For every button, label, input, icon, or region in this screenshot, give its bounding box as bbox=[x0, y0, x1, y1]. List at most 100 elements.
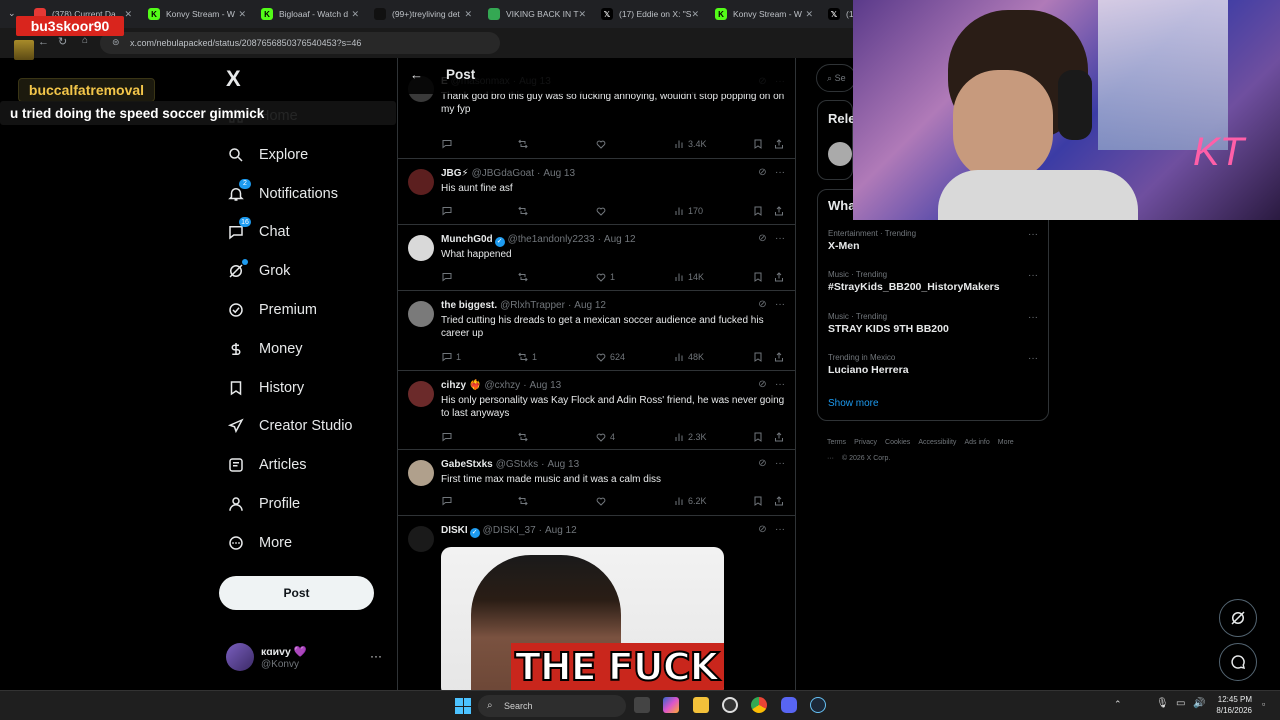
tweet-more-icon[interactable]: ··· bbox=[775, 167, 785, 178]
repost-button[interactable] bbox=[517, 205, 532, 217]
grok-icon[interactable]: ⊘ bbox=[758, 524, 766, 535]
tweet-date[interactable]: Aug 13 bbox=[530, 380, 562, 391]
sidebar-item-grok[interactable]: Grok bbox=[226, 256, 386, 286]
address-bar[interactable]: ⊜ x.com/nebulapacked/status/208765685037… bbox=[100, 32, 500, 54]
x-logo[interactable]: X bbox=[226, 66, 241, 92]
views-button[interactable]: 170 bbox=[673, 205, 703, 217]
trend-more-icon[interactable]: ··· bbox=[1028, 353, 1038, 364]
tweet-handle[interactable]: @GStxks bbox=[496, 459, 538, 470]
sidebar-item-notifications[interactable]: 2 Notifications bbox=[226, 178, 386, 209]
share-button[interactable] bbox=[773, 138, 785, 150]
sidebar-item-history[interactable]: History bbox=[226, 373, 386, 403]
back-nav-icon[interactable]: ← bbox=[38, 36, 49, 48]
trend-item[interactable]: Music · Trending STRAY KIDS 9TH BB200 ··· bbox=[828, 312, 1038, 335]
browser-tab[interactable]: 𝕏 (17) Eddie on X: "S ✕ bbox=[595, 0, 705, 28]
reply-button[interactable] bbox=[441, 138, 456, 150]
reload-icon[interactable]: ↻ bbox=[58, 35, 67, 48]
tweet-media[interactable]: THE FUCK bbox=[441, 547, 724, 690]
volume-icon[interactable]: 🔊 bbox=[1193, 698, 1205, 709]
post-button[interactable]: Post bbox=[219, 576, 374, 610]
windows-start-icon[interactable] bbox=[455, 698, 471, 714]
bookmark-button[interactable] bbox=[752, 495, 764, 507]
tweet-handle[interactable]: @cxhzy bbox=[484, 380, 520, 391]
network-icon[interactable]: ▭ bbox=[1176, 698, 1185, 709]
browser-tab[interactable]: K Konvy Stream - W ✕ bbox=[142, 0, 252, 28]
account-more-icon[interactable]: ··· bbox=[370, 649, 382, 663]
sidebar-item-articles[interactable]: Articles bbox=[226, 450, 386, 480]
share-button[interactable] bbox=[773, 431, 785, 443]
mic-icon[interactable]: 🎙 bbox=[1156, 698, 1169, 709]
task-view-icon[interactable] bbox=[634, 697, 650, 713]
tweet[interactable]: GabeStxks @GStxks · Aug 13 ⊘ ··· First time m… bbox=[398, 450, 795, 516]
tab-list-icon[interactable]: ⌄ bbox=[8, 8, 16, 19]
repost-button[interactable] bbox=[517, 431, 532, 443]
footer-link[interactable]: Privacy bbox=[854, 439, 877, 446]
repost-button[interactable] bbox=[517, 138, 532, 150]
tab-close-icon[interactable]: ✕ bbox=[238, 9, 246, 20]
like-button[interactable] bbox=[595, 205, 610, 217]
grok-icon[interactable]: ⊘ bbox=[758, 299, 766, 310]
notifications-tray-icon[interactable]: ▫ bbox=[1262, 699, 1265, 709]
tweet-handle[interactable]: @JBGdaGoat bbox=[472, 168, 534, 179]
tweet[interactable]: MunchG0d ✓ @the1andonly2233 · Aug 12 ⊘ ··· Wha… bbox=[398, 225, 795, 291]
avatar[interactable] bbox=[408, 235, 434, 261]
browser-tab[interactable]: K Bigloaaf - Watch d ✕ bbox=[255, 0, 365, 28]
footer-link[interactable]: Cookies bbox=[885, 439, 910, 446]
home-nav-icon[interactable]: ⌂ bbox=[82, 35, 88, 46]
grok-icon[interactable]: ⊘ bbox=[758, 379, 766, 390]
grok-icon[interactable]: ⊘ bbox=[758, 233, 766, 244]
tab-close-icon[interactable]: ✕ bbox=[805, 9, 813, 20]
tweet-handle[interactable]: @DISKI_37 bbox=[483, 525, 536, 536]
search-input[interactable]: ⌕ Se bbox=[816, 64, 856, 92]
reply-button[interactable] bbox=[441, 205, 456, 217]
tweet-more-icon[interactable]: ··· bbox=[775, 233, 785, 244]
like-button[interactable] bbox=[595, 138, 610, 150]
trend-more-icon[interactable]: ··· bbox=[1028, 229, 1038, 240]
tab-close-icon[interactable]: ✕ bbox=[124, 9, 132, 20]
like-button[interactable] bbox=[595, 495, 610, 507]
browser-tab[interactable]: (99+)treyliving det ✕ bbox=[368, 0, 478, 28]
trend-item[interactable]: Trending in Mexico Luciano Herrera ··· bbox=[828, 353, 1038, 376]
grok-icon[interactable]: ⊘ bbox=[758, 167, 766, 178]
tweet[interactable]: the biggest. @RlxhTrapper · Aug 12 ⊘ ··· Trie… bbox=[398, 291, 795, 371]
bookmark-button[interactable] bbox=[752, 138, 764, 150]
tweet-author-name[interactable]: MunchG0d bbox=[441, 234, 493, 245]
views-button[interactable]: 6.2K bbox=[673, 495, 707, 507]
tweet-more-icon[interactable]: ··· bbox=[775, 379, 785, 390]
tab-close-icon[interactable]: ✕ bbox=[691, 9, 699, 20]
avatar[interactable] bbox=[408, 381, 434, 407]
site-info-icon[interactable]: ⊜ bbox=[112, 37, 120, 48]
tab-close-icon[interactable]: ✕ bbox=[351, 9, 359, 20]
tray-overflow-icon[interactable]: ⌃ bbox=[1114, 699, 1122, 710]
share-button[interactable] bbox=[773, 351, 785, 363]
trend-item[interactable]: Music · Trending #StrayKids_BB200_History… bbox=[828, 270, 1038, 293]
sidebar-item-money[interactable]: Money bbox=[226, 334, 386, 364]
tab-close-icon[interactable]: ✕ bbox=[464, 9, 472, 20]
repost-button[interactable] bbox=[517, 495, 532, 507]
account-switcher[interactable]: кɑиvу 💜 @Konvy ··· bbox=[226, 643, 386, 675]
tweet-date[interactable]: Aug 12 bbox=[604, 234, 636, 245]
browser-tab[interactable]: K Konvy Stream - W ✕ bbox=[709, 0, 819, 28]
reply-button[interactable] bbox=[441, 271, 456, 283]
like-button[interactable]: 4 bbox=[595, 431, 615, 443]
avatar[interactable] bbox=[408, 460, 434, 486]
trend-item[interactable]: Entertainment · Trending X-Men ··· bbox=[828, 229, 1038, 252]
avatar[interactable] bbox=[408, 526, 434, 552]
tweet-author-name[interactable]: DISKI bbox=[441, 525, 468, 536]
avatar[interactable] bbox=[408, 169, 434, 195]
bookmark-button[interactable] bbox=[752, 271, 764, 283]
footer-link[interactable]: Ads info bbox=[964, 439, 989, 446]
sidebar-item-more[interactable]: More bbox=[226, 528, 386, 558]
tweet-more-icon[interactable]: ··· bbox=[775, 458, 785, 469]
like-button[interactable]: 624 bbox=[595, 351, 625, 363]
repost-button[interactable]: 1 bbox=[517, 351, 537, 363]
reply-button[interactable]: 1 bbox=[441, 351, 461, 363]
sidebar-item-chat[interactable]: 16 Chat bbox=[226, 217, 386, 247]
sidebar-item-premium[interactable]: Premium bbox=[226, 295, 386, 325]
taskbar-search[interactable]: ⌕ Search bbox=[478, 695, 626, 717]
tweet-handle[interactable]: @the1andonly2233 bbox=[508, 234, 595, 245]
browser-tab[interactable]: VIKING BACK IN T ✕ bbox=[482, 0, 592, 28]
show-more-link[interactable]: Show more bbox=[828, 398, 879, 409]
tweet-date[interactable]: Aug 13 bbox=[543, 168, 575, 179]
views-button[interactable]: 2.3K bbox=[673, 431, 707, 443]
